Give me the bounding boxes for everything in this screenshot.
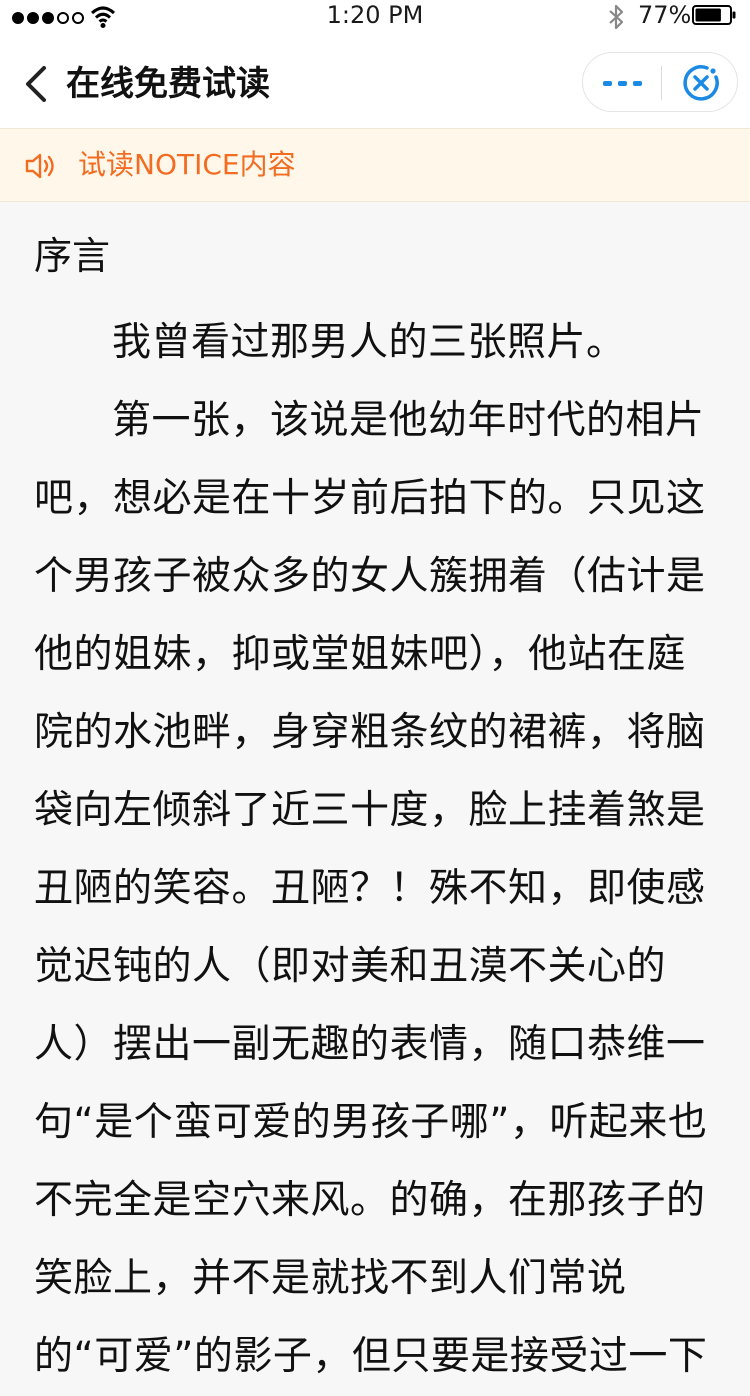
paragraph: 我曾看过那男人的三张照片。 [112, 320, 626, 365]
battery-icon [692, 5, 736, 25]
capsule-divider [661, 66, 662, 100]
nav-bar: 在线免费试读 [0, 40, 750, 128]
close-circle-icon[interactable] [681, 63, 721, 103]
notice-text: 试读NOTICE内容 [78, 148, 296, 181]
notice-bar: 试读NOTICE内容 [0, 128, 750, 202]
more-dots-icon[interactable] [601, 69, 645, 97]
speaker-icon [25, 153, 54, 179]
status-bar: 1:20 PM 77% [0, 0, 750, 40]
reader-content: 序言 我曾看过那男人的三张照片。 第一张，该说是他幼年时代的相片吧，想必是在十岁… [34, 222, 718, 1396]
paragraph: 第一张，该说是他幼年时代的相片吧，想必是在十岁前后拍下的。只见这个男孩子被众多的… [34, 398, 708, 1379]
page-title: 在线免费试读 [66, 64, 270, 104]
mini-program-capsule [582, 52, 738, 112]
bluetooth-icon [609, 4, 624, 30]
chapter-title: 序言 [34, 234, 111, 278]
battery-percent: 77% [638, 1, 692, 29]
chevron-left-icon[interactable] [16, 60, 60, 108]
